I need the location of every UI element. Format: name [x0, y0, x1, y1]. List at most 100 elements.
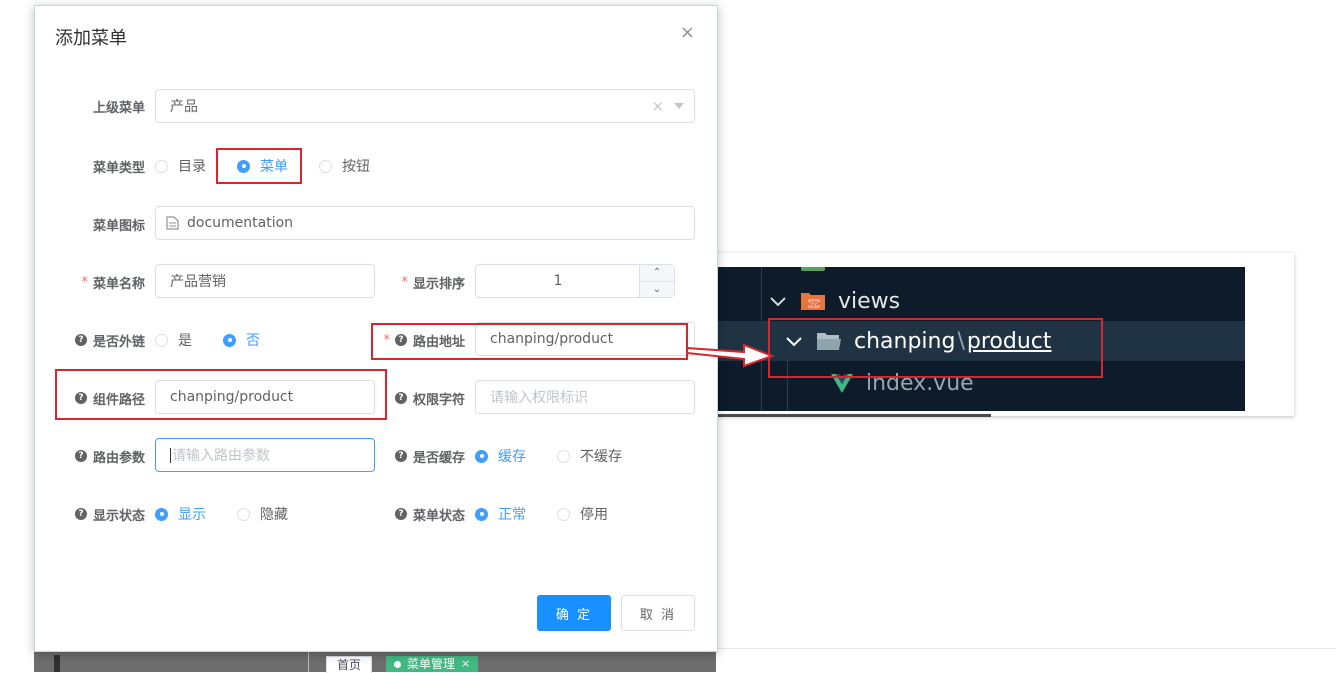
route-params-placeholder: 请输入路由参数 [172, 448, 270, 464]
svg-text:</>: </> [807, 300, 821, 308]
document-icon [166, 216, 179, 230]
ide-file-tree-snippet: </> views chanping \ product index.vue [700, 253, 1294, 417]
radio-circle-checked [475, 507, 488, 521]
menu-type-radio-button[interactable]: 按钮 [319, 148, 370, 184]
is-external-radio-no[interactable]: 否 [223, 322, 260, 358]
cancel-button[interactable]: 取 消 [621, 595, 695, 631]
route-params-label-text: 路由参数 [92, 450, 145, 466]
display-status-radio-show[interactable]: 显示 [155, 496, 206, 532]
menu-icon-value: documentation [187, 215, 294, 231]
display-order-label: * 显示排序 [375, 264, 465, 300]
display-order-stepper[interactable]: 1 ⌃ ⌄ [475, 264, 675, 298]
menu-status-label-text: 菜单状态 [412, 508, 465, 524]
radio-label: 否 [246, 333, 260, 349]
parent-menu-select[interactable]: 产品 × [155, 89, 695, 123]
highlight-box-route-path [371, 323, 688, 360]
menu-type-label: 菜单类型 [55, 148, 145, 184]
menu-icon-label: 菜单图标 [55, 206, 145, 242]
question-icon[interactable]: ? [74, 334, 87, 346]
radio-circle [155, 159, 168, 173]
parent-menu-label: 上级菜单 [55, 88, 145, 124]
menu-type-radio-directory[interactable]: 目录 [155, 148, 206, 184]
clear-icon[interactable]: × [651, 97, 664, 115]
permission-placeholder: 请输入权限标识 [490, 390, 588, 406]
tab-menu-management[interactable]: 菜单管理 × [386, 656, 479, 672]
caret-down-icon[interactable] [674, 103, 684, 109]
confirm-button[interactable]: 确 定 [537, 595, 611, 631]
question-icon[interactable]: ? [74, 450, 87, 462]
is-cache-radio-nocache[interactable]: 不缓存 [557, 438, 622, 474]
highlight-box-ide-path [768, 318, 1103, 378]
question-icon[interactable]: ? [74, 508, 87, 520]
is-cache-radio-cache[interactable]: 缓存 [475, 438, 526, 474]
background-divider-line [700, 648, 1336, 649]
display-status-label: ? 显示状态 [55, 496, 145, 532]
radio-label: 缓存 [498, 449, 526, 465]
add-menu-dialog: 添加菜单 × 上级菜单 产品 × 菜单类型 目录 菜单 按钮 菜单图标 docu… [34, 5, 718, 652]
route-params-label: ? 路由参数 [55, 438, 145, 474]
parent-menu-value: 产品 [170, 99, 198, 115]
radio-label: 显示 [178, 507, 206, 523]
radio-circle [557, 449, 570, 463]
menu-icon-input[interactable]: documentation [155, 206, 695, 240]
highlight-box-component-path [55, 369, 387, 420]
is-external-radio-yes[interactable]: 是 [155, 322, 192, 358]
radio-circle [557, 507, 570, 521]
question-icon[interactable]: ? [394, 450, 407, 462]
arrow-icon [686, 343, 775, 368]
permission-input[interactable]: 请输入权限标识 [475, 380, 695, 414]
radio-circle [155, 333, 168, 347]
chevron-down-icon[interactable]: ⌄ [640, 281, 674, 297]
permission-label-text: 权限字符 [412, 392, 465, 408]
folder-views-label: views [838, 288, 901, 314]
permission-label: ? 权限字符 [375, 380, 465, 416]
tab-close-icon[interactable]: × [461, 656, 470, 672]
tree-row-views[interactable]: </> views [716, 281, 1245, 321]
dialog-title: 添加菜单 [55, 28, 127, 49]
parent-menu-label-text: 上级菜单 [92, 100, 145, 116]
menu-icon-label-text: 菜单图标 [92, 218, 145, 234]
stepper-buttons: ⌃ ⌄ [639, 265, 674, 297]
menu-name-value: 产品营销 [170, 274, 226, 290]
horizontal-scrollbar[interactable] [716, 414, 991, 417]
radio-label: 是 [178, 333, 192, 349]
display-status-radio-hide[interactable]: 隐藏 [237, 496, 288, 532]
folder-src-icon: </> [801, 293, 825, 310]
menu-name-label-text: 菜单名称 [92, 276, 145, 292]
question-icon[interactable]: ? [394, 508, 407, 520]
radio-circle-checked [155, 507, 168, 521]
radio-label: 目录 [178, 159, 206, 175]
chevron-down-icon [770, 297, 786, 307]
modal-overlay-strip [34, 650, 716, 672]
is-cache-label-text: 是否缓存 [412, 450, 465, 466]
question-icon[interactable]: ? [394, 392, 407, 404]
radio-circle-checked [223, 333, 236, 347]
chevron-up-icon[interactable]: ⌃ [640, 265, 674, 282]
menu-status-radio-normal[interactable]: 正常 [475, 496, 526, 532]
required-asterisk: * [401, 274, 408, 290]
display-order-label-text: 显示排序 [412, 276, 465, 292]
radio-label: 正常 [498, 507, 526, 523]
is-external-label-text: 是否外链 [92, 334, 145, 350]
highlight-box-menu-type [216, 148, 302, 184]
radio-circle-checked [475, 449, 488, 463]
close-icon[interactable]: × [680, 22, 695, 43]
radio-circle [237, 507, 250, 521]
menu-type-label-text: 菜单类型 [92, 160, 145, 176]
radio-label: 停用 [580, 507, 608, 523]
menu-status-label: ? 菜单状态 [375, 496, 465, 532]
menu-status-radio-disabled[interactable]: 停用 [557, 496, 608, 532]
is-cache-label: ? 是否缓存 [375, 438, 465, 474]
menu-name-input[interactable]: 产品营销 [155, 264, 375, 298]
folder-icon [801, 267, 825, 271]
tab-home[interactable]: 首页 [326, 656, 373, 673]
radio-circle [319, 159, 332, 173]
is-external-label: ? 是否外链 [55, 322, 145, 358]
radio-label: 隐藏 [260, 507, 288, 523]
sidebar-edge [54, 655, 60, 672]
display-status-label-text: 显示状态 [92, 508, 145, 524]
route-params-input[interactable]: 请输入路由参数 [155, 438, 375, 472]
navbar-divider [308, 652, 309, 672]
tab-menu-management-label: 菜单管理 [407, 657, 456, 671]
radio-label: 按钮 [342, 159, 370, 175]
